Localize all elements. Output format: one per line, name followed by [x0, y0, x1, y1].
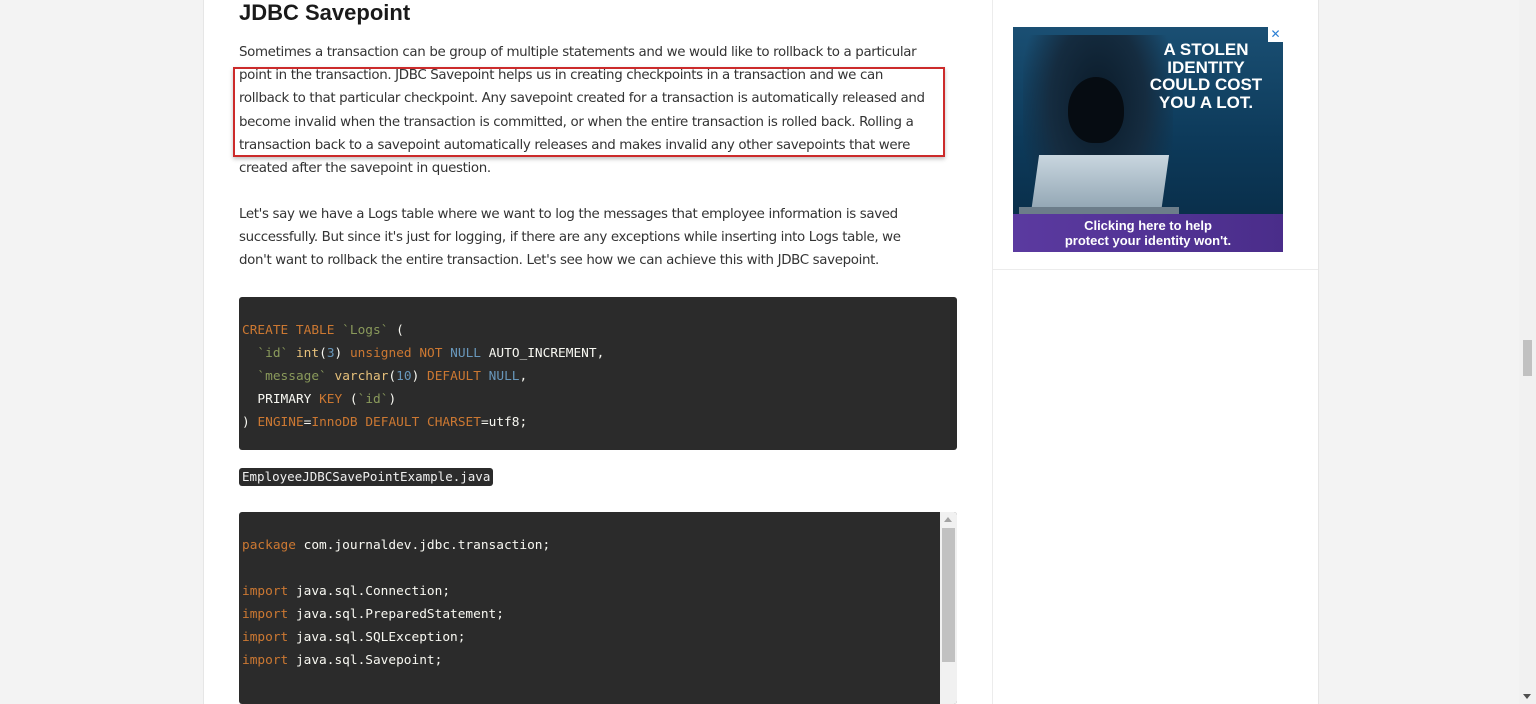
code-token: import — [242, 630, 289, 645]
ad-close-icon[interactable]: ✕ — [1268, 27, 1283, 42]
identity-theft-ad[interactable]: A STOLEN IDENTITY COULD COST YOU A LOT. … — [1013, 27, 1283, 252]
code-token: java.sql.PreparedStatement; — [288, 607, 504, 622]
code-line: import java.sql.Savepoint; — [242, 649, 442, 672]
code-token: java.sql.Savepoint; — [288, 653, 443, 668]
code-token: ( — [388, 369, 397, 384]
code-line: import java.sql.SQLException; — [242, 626, 465, 649]
code-token: `id` — [357, 392, 389, 407]
code-token: ) — [411, 369, 420, 384]
ad-headline-line: A STOLEN — [1163, 40, 1249, 59]
text-line: successfully. But since it's just for lo… — [239, 230, 901, 246]
code-token: ) — [242, 415, 250, 430]
code-line: ) ENGINE=InnoDB DEFAULT CHARSET=utf8; — [242, 411, 527, 434]
highlight-annotation-box — [233, 67, 945, 157]
code-token: `message` — [257, 369, 327, 384]
code-token: ( — [342, 392, 358, 407]
code-scrollbar-thumb[interactable] — [942, 528, 955, 662]
ad-headline: A STOLEN IDENTITY COULD COST YOU A LOT. — [1141, 41, 1271, 111]
code-token: java.sql.Connection; — [288, 584, 451, 599]
text-line: Let's say we have a Logs table where we … — [239, 207, 898, 222]
code-token: ENGINE — [257, 415, 304, 430]
code-token: int — [295, 346, 320, 361]
article-page: JDBC Savepoint Sometimes a transaction c… — [203, 0, 1319, 704]
page-scrollbar[interactable] — [1519, 0, 1536, 704]
code-token: unsigned — [349, 346, 412, 361]
code-line: CREATE TABLE `Logs` ( — [242, 319, 404, 342]
code-token: DEFAULT — [427, 369, 481, 384]
code-token: ( — [388, 323, 404, 338]
ad-footer-banner[interactable]: Clicking here to help protect your ident… — [1013, 214, 1283, 252]
code-token: CHARSET — [427, 415, 481, 430]
code-token: `id` — [257, 346, 289, 361]
code-line: `message` varchar(10) DEFAULT NULL, — [242, 365, 527, 388]
ad-footer-line: protect your identity won't. — [1064, 233, 1232, 248]
code-token: DEFAULT — [365, 415, 420, 430]
paragraph-logs-example: Let's say we have a Logs table where we … — [239, 203, 957, 273]
code-token: import — [242, 584, 289, 599]
code-token: AUTO_INCREMENT, — [481, 346, 605, 361]
ad-headline-line: YOU A LOT. — [1158, 92, 1254, 112]
code-scrollbar[interactable] — [940, 512, 957, 704]
code-token: KEY — [319, 392, 343, 407]
code-token: =utf8; — [480, 415, 528, 430]
code-token: 3 — [326, 346, 335, 361]
code-line: import java.sql.PreparedStatement; — [242, 603, 504, 626]
code-line: package com.journaldev.jdbc.transaction; — [242, 534, 550, 557]
text-line: Sometimes a transaction can be group of … — [239, 45, 917, 60]
text-line: don't want to rollback the entire transa… — [239, 253, 879, 269]
hooded-face-shadow — [1068, 77, 1124, 143]
code-filename-label: EmployeeJDBCSavePointExample.java — [239, 468, 494, 486]
code-token: java.sql.SQLException; — [288, 630, 466, 645]
code-token: import — [242, 607, 289, 622]
code-token: ) — [388, 392, 397, 407]
code-line: `id` int(3) unsigned NOT NULL AUTO_INCRE… — [242, 342, 604, 365]
java-code-block[interactable]: package com.journaldev.jdbc.transaction;… — [239, 512, 957, 704]
ad-footer-line: Clicking here to help — [1084, 218, 1212, 233]
scroll-down-arrow-icon[interactable] — [1523, 694, 1531, 699]
text-line: created after the savepoint in question. — [239, 161, 491, 177]
code-token: NOT — [419, 346, 443, 361]
code-token: ( — [319, 346, 327, 361]
page-scrollbar-thumb[interactable] — [1523, 340, 1532, 376]
code-token: InnoDB — [311, 415, 358, 430]
code-token: PRIMARY — [257, 392, 312, 407]
sidebar-separator — [993, 269, 1318, 270]
laptop-image — [1030, 155, 1170, 213]
code-token: NULL — [488, 369, 520, 384]
sidebar-divider — [992, 0, 993, 704]
ad-headline-line: COULD COST — [1149, 75, 1263, 94]
code-token: `Logs` — [342, 323, 389, 338]
code-token: 10 — [396, 369, 412, 384]
scroll-up-arrow-icon[interactable] — [944, 517, 952, 522]
ad-headline-line: IDENTITY — [1167, 57, 1245, 77]
code-token: import — [242, 653, 289, 668]
code-token: package — [242, 538, 296, 553]
code-token: CREATE TABLE — [242, 323, 335, 338]
code-line: import java.sql.Connection; — [242, 580, 450, 603]
sql-code-block: CREATE TABLE `Logs` ( `id` int(3) unsign… — [239, 297, 957, 450]
code-token: ) — [334, 346, 343, 361]
code-token: NULL — [450, 346, 481, 361]
section-title: JDBC Savepoint — [239, 0, 411, 25]
code-token: varchar — [334, 369, 389, 384]
code-token: , — [519, 369, 528, 384]
code-line: PRIMARY KEY (`id`) — [242, 388, 396, 411]
code-token: com.journaldev.jdbc.transaction; — [295, 538, 551, 553]
